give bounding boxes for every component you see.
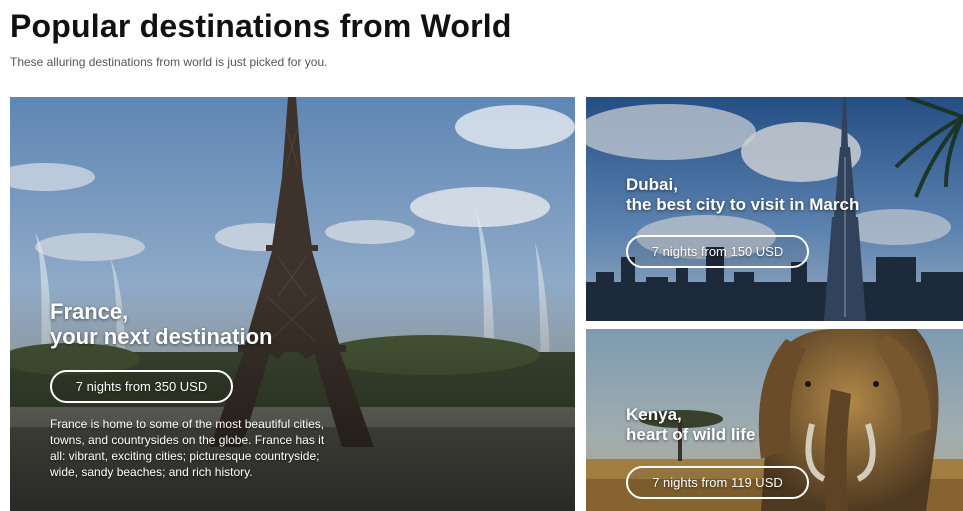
destination-card-france[interactable]: France, your next destination 7 nights f…	[10, 97, 575, 511]
price-button[interactable]: 7 nights from 150 USD	[626, 235, 809, 268]
destination-title: France, your next destination	[50, 299, 273, 349]
destination-title: Kenya, heart of wild life	[626, 405, 756, 444]
price-button[interactable]: 7 nights from 119 USD	[626, 466, 809, 499]
destination-card-dubai[interactable]: Dubai, the best city to visit in March 7…	[586, 97, 963, 321]
destination-card-kenya[interactable]: Kenya, heart of wild life 7 nights from …	[586, 329, 963, 511]
destination-description: France is home to some of the most beaut…	[50, 417, 325, 479]
destination-title: Dubai, the best city to visit in March	[626, 175, 860, 214]
page-title: Popular destinations from World	[10, 8, 512, 44]
page-subtitle: These alluring destinations from world i…	[10, 55, 328, 69]
price-button[interactable]: 7 nights from 350 USD	[50, 370, 233, 403]
